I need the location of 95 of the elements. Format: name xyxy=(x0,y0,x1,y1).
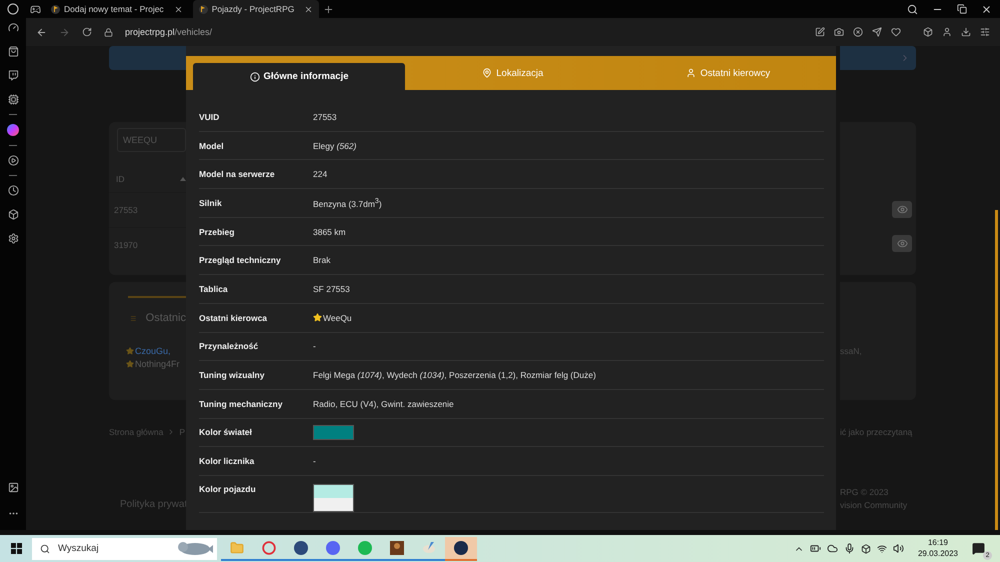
messenger-icon[interactable] xyxy=(7,124,19,136)
tab-title: Dodaj nowy temat - Projec xyxy=(64,4,164,14)
player-name[interactable]: CzouGu, xyxy=(135,346,171,356)
edit-icon[interactable] xyxy=(815,27,825,37)
field-value: - xyxy=(313,456,317,466)
field-label: Ostatni kierowca xyxy=(199,312,268,323)
favicon-icon xyxy=(51,4,60,14)
field-value: 3865 km xyxy=(313,226,347,237)
device-icon[interactable] xyxy=(860,544,871,554)
browser-logo-icon[interactable] xyxy=(7,3,19,15)
cube-icon[interactable] xyxy=(923,27,933,37)
gauge-icon[interactable] xyxy=(8,22,18,33)
browser-tab[interactable]: Dodaj nowy temat - Projec xyxy=(45,0,189,18)
star-icon xyxy=(313,313,322,322)
address-field[interactable]: projectrpg.pl/vehicles/ xyxy=(125,27,212,37)
field-label: Tuning wizualny xyxy=(199,370,266,380)
pin-icon xyxy=(482,68,492,78)
player-name[interactable]: Nothing4Fr xyxy=(135,359,180,369)
dialog-tab[interactable]: Ostatni kierowcy xyxy=(620,56,836,90)
restore-icon[interactable] xyxy=(957,4,967,14)
card-title: Ostatnic xyxy=(146,312,186,324)
star-icon xyxy=(126,360,134,368)
paint-icon xyxy=(422,540,436,554)
browser-tab[interactable]: Pojazdy - ProjectRPG xyxy=(192,0,320,18)
favicon-icon xyxy=(198,4,208,14)
tab-title: Pojazdy - ProjectRPG xyxy=(212,4,294,14)
new-tab-icon[interactable] xyxy=(323,4,334,14)
field-value: SF 27553 xyxy=(313,284,351,294)
close-icon[interactable] xyxy=(174,4,183,14)
info-icon xyxy=(250,72,260,82)
heart-icon[interactable] xyxy=(891,27,901,37)
close-icon[interactable] xyxy=(304,4,314,14)
image-icon[interactable] xyxy=(8,482,18,493)
field-value: 224 xyxy=(313,169,328,180)
field-value: Brak xyxy=(313,255,332,266)
field-label: Kolor licznika xyxy=(199,456,256,466)
star-icon xyxy=(126,347,134,355)
clock[interactable]: 16:19 29.03.2023 xyxy=(918,538,958,559)
scrollbar[interactable] xyxy=(995,210,998,530)
mic-icon[interactable] xyxy=(844,543,855,554)
clock-icon[interactable] xyxy=(8,185,18,196)
user-icon[interactable] xyxy=(942,27,952,37)
settings-icon[interactable] xyxy=(8,233,18,244)
field-label: Przynależność xyxy=(199,341,260,352)
windows-icon[interactable] xyxy=(10,543,22,554)
field-label: Model na serwerze xyxy=(199,169,276,180)
field-label: VUID xyxy=(199,112,220,122)
field-label: Model xyxy=(199,140,225,151)
ring-icon xyxy=(262,540,276,554)
bag-icon[interactable] xyxy=(8,46,18,57)
user-icon xyxy=(686,68,696,78)
field-label: Tablica xyxy=(199,284,229,294)
taskbar-app[interactable] xyxy=(445,536,477,560)
view-button[interactable] xyxy=(892,200,912,218)
cloud-icon[interactable] xyxy=(826,543,838,554)
field-value: Elegy (562) xyxy=(313,140,358,151)
back-icon[interactable] xyxy=(36,26,47,38)
cube-icon[interactable] xyxy=(8,209,18,220)
field-label: Przegląd techniczny xyxy=(199,255,282,266)
field-label: Tuning mechaniczny xyxy=(199,398,284,409)
block-icon[interactable] xyxy=(853,27,863,37)
search-icon[interactable] xyxy=(907,4,918,14)
field-label: Przebieg xyxy=(199,226,236,237)
twitch-icon[interactable] xyxy=(8,70,18,81)
dialog-tab[interactable]: Lokalizacja xyxy=(405,56,620,90)
play-icon[interactable] xyxy=(8,155,18,166)
folder-icon xyxy=(230,540,244,554)
close-icon[interactable] xyxy=(981,4,992,14)
volume-icon[interactable] xyxy=(892,543,904,554)
wifi-icon[interactable] xyxy=(876,544,887,554)
eye-icon xyxy=(896,238,908,248)
dialog-tab[interactable]: Główne informacje xyxy=(193,63,405,90)
view-button[interactable] xyxy=(892,234,912,252)
portrait-icon xyxy=(390,540,404,554)
field-label: Kolor pojazdu xyxy=(199,484,257,494)
field-value: 27553 xyxy=(313,112,338,122)
field-value: Radio, ECU (V4), Gwint. zawieszenie xyxy=(313,398,455,409)
lock-icon xyxy=(104,28,113,36)
field-label: Silnik xyxy=(199,198,223,208)
battery-icon[interactable] xyxy=(810,543,821,554)
driver-name: WeeQu xyxy=(323,312,352,323)
field-value: Benzyna (3.7dm$^{3}$) xyxy=(313,196,383,209)
field-value: - xyxy=(313,341,317,352)
send-icon[interactable] xyxy=(872,27,882,37)
search-icon xyxy=(40,544,50,554)
eye-icon xyxy=(896,204,908,214)
camera-icon[interactable] xyxy=(834,27,844,37)
search-field[interactable]: Wyszukaj xyxy=(32,538,217,560)
reload-icon[interactable] xyxy=(82,27,92,37)
gamepad-icon[interactable] xyxy=(30,4,41,14)
field-label: Kolor świateł xyxy=(199,427,253,438)
download-icon[interactable] xyxy=(961,27,971,37)
settings-icon[interactable] xyxy=(980,27,990,37)
field-value: Felgi Mega (1074), Wydech (1034), Poszerzenia (1,2), Rozmiar felg (Duże) xyxy=(313,370,597,380)
chip-icon[interactable] xyxy=(8,94,18,105)
